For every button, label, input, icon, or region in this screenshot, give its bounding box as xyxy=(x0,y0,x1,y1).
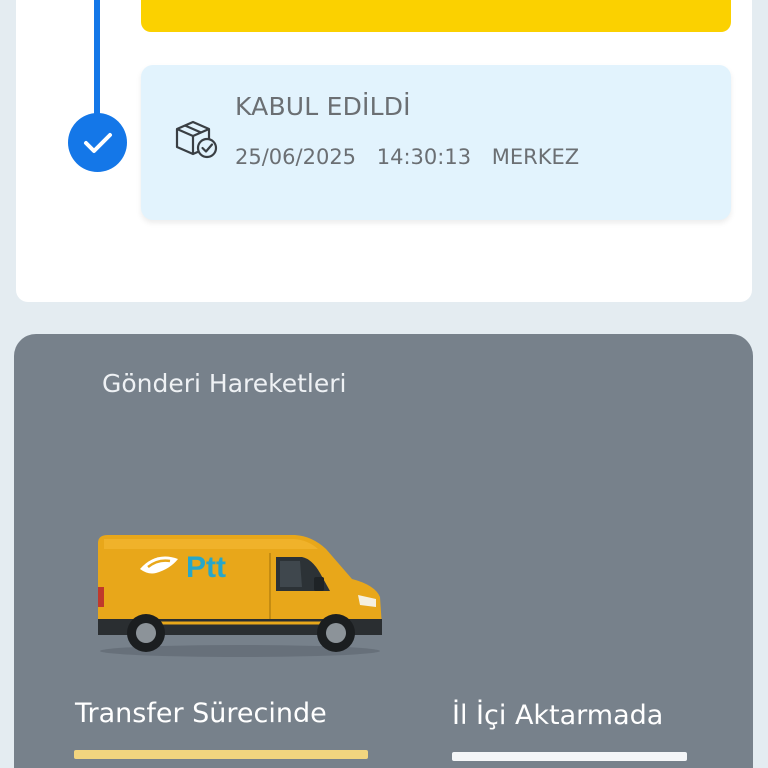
step-label-local-transfer: İl İçi Aktarmada xyxy=(452,700,664,731)
event-date: 25/06/2025 xyxy=(235,145,357,169)
movements-title: Gönderi Hareketleri xyxy=(102,369,347,398)
ptt-logo-text: Ptt xyxy=(186,551,226,584)
event-time: 14:30:13 xyxy=(376,145,472,169)
step-progress-transfer xyxy=(74,750,368,759)
shipment-movements-card: Gönderi Hareketleri Ptt Transfer Sürecin… xyxy=(14,334,753,768)
event-status: KABUL EDİLDİ xyxy=(235,92,411,121)
step-progress-local-transfer xyxy=(452,752,687,761)
shipment-timeline-card: KABUL EDİLDİ 25/06/2025 14:30:13 MERKEZ xyxy=(16,0,752,302)
check-icon xyxy=(68,113,127,172)
timeline-line xyxy=(94,0,100,120)
event-location: MERKEZ xyxy=(491,145,580,169)
package-check-icon xyxy=(173,117,221,161)
ptt-van-image: Ptt xyxy=(90,529,390,659)
timeline-event-accepted[interactable]: KABUL EDİLDİ 25/06/2025 14:30:13 MERKEZ xyxy=(141,65,731,220)
timeline-event-current[interactable] xyxy=(141,0,731,32)
step-label-transfer: Transfer Sürecinde xyxy=(75,698,327,729)
event-meta: 25/06/2025 14:30:13 MERKEZ xyxy=(235,145,593,169)
